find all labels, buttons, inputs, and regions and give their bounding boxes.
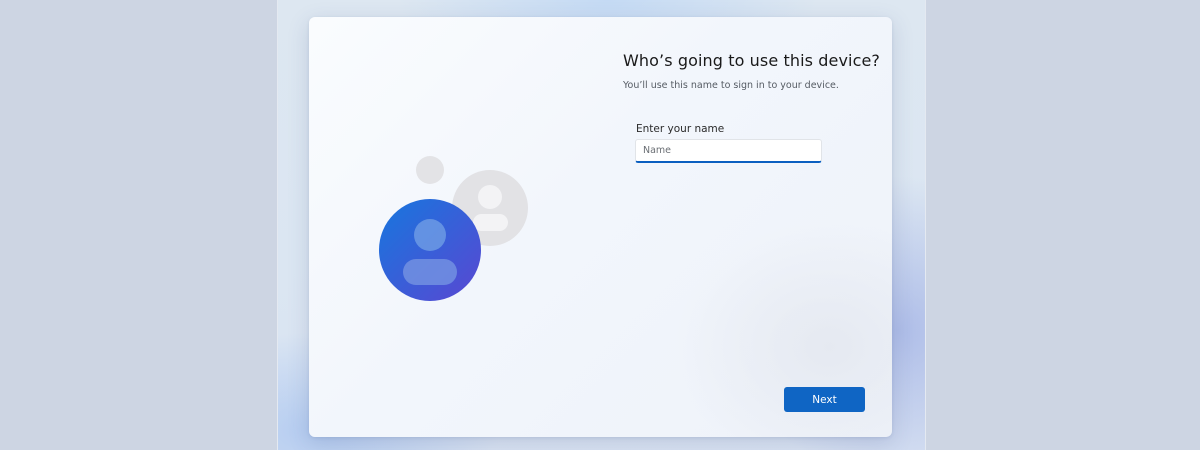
page-title: Who’s going to use this device? <box>623 51 881 70</box>
next-button[interactable]: Next <box>784 387 865 412</box>
setup-dialog: Who’s going to use this device? You’ll u… <box>309 17 892 437</box>
name-input[interactable] <box>635 139 822 163</box>
user-accounts-icon <box>379 155 529 305</box>
small-circle-decoration <box>416 156 444 184</box>
page-subtitle: You’ll use this name to sign in to your … <box>623 80 839 91</box>
primary-user-icon <box>379 199 481 301</box>
name-field-label: Enter your name <box>636 123 725 135</box>
